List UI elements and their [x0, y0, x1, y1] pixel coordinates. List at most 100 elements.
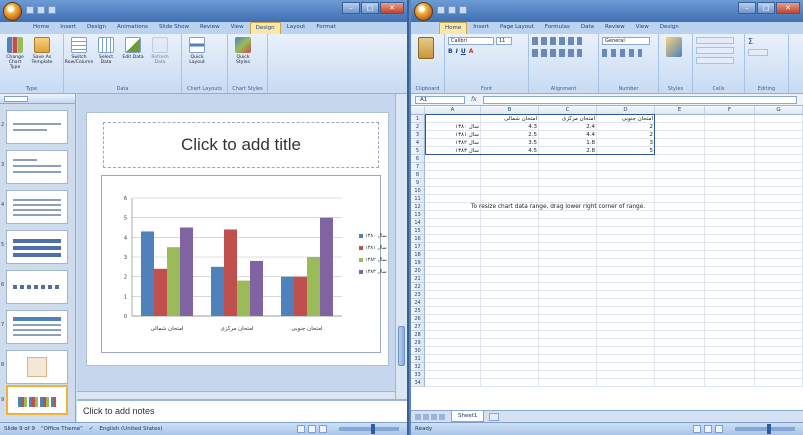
select-all-corner[interactable] [411, 106, 425, 115]
row-header[interactable]: 13 [411, 211, 425, 219]
styles-button[interactable] [662, 37, 686, 57]
save-as-template-button[interactable]: Save As Template [30, 37, 54, 65]
insert-sheet-button[interactable] [489, 413, 499, 421]
ppt-tab-design[interactable]: Design [249, 22, 281, 34]
maximize-button[interactable]: □ [361, 2, 379, 14]
ppt-tab-insert[interactable]: Insert [55, 22, 81, 34]
row-header[interactable]: 3 [411, 131, 425, 139]
underline-button[interactable]: U [461, 48, 466, 55]
slide-horizontal-scrollbar[interactable] [77, 391, 395, 399]
row-header[interactable]: 33 [411, 371, 425, 379]
redo-icon[interactable] [459, 6, 467, 14]
minimize-button[interactable]: – [738, 2, 756, 14]
ppt-tab-format[interactable]: Format [311, 22, 340, 34]
scrollbar-thumb[interactable] [398, 326, 405, 366]
font-name-select[interactable]: Calibri [448, 37, 494, 45]
spellcheck-icon[interactable]: ✓ [89, 426, 94, 432]
zoom-slider[interactable] [339, 424, 399, 434]
quick-layout-button[interactable]: Quick Layout [185, 37, 209, 65]
sort-filter-button[interactable] [748, 49, 768, 56]
italic-button[interactable]: I [456, 48, 458, 55]
column-header[interactable]: E [655, 106, 705, 115]
save-icon[interactable] [26, 6, 34, 14]
page-break-button[interactable] [715, 425, 723, 433]
maximize-button[interactable]: □ [757, 2, 775, 14]
row-header[interactable]: 28 [411, 331, 425, 339]
column-header[interactable]: F [705, 106, 755, 115]
xl-tab-review[interactable]: Review [600, 22, 630, 34]
slide-thumbnail[interactable] [6, 310, 68, 344]
row-header[interactable]: 5 [411, 147, 425, 155]
row-header[interactable]: 6 [411, 155, 425, 163]
row-header[interactable]: 1 [411, 115, 425, 123]
row-header[interactable]: 30 [411, 347, 425, 355]
notes-pane[interactable]: Click to add notes [77, 399, 407, 422]
slide-sorter-button[interactable] [308, 425, 316, 433]
save-icon[interactable] [437, 6, 445, 14]
xl-tab-data[interactable]: Data [576, 22, 599, 34]
delete-cells-button[interactable] [696, 47, 734, 54]
row-header[interactable]: 24 [411, 299, 425, 307]
row-header[interactable]: 34 [411, 379, 425, 387]
row-header[interactable]: 14 [411, 219, 425, 227]
row-header[interactable]: 9 [411, 179, 425, 187]
autosum-button[interactable]: Σ [748, 37, 753, 46]
font-color-icon[interactable]: A [469, 48, 474, 55]
office-button[interactable] [3, 2, 22, 21]
zoom-slider[interactable] [735, 424, 795, 434]
chart-frame[interactable]: 0 1 2 3 4 5 6 امتحان شمالی امتحان مرکزی امتحان جن… [101, 175, 381, 353]
row-header[interactable]: 29 [411, 339, 425, 347]
prev-sheet-button[interactable] [423, 414, 429, 420]
slide-thumbnail[interactable] [6, 230, 68, 264]
ppt-tab-design[interactable]: Design [82, 22, 111, 34]
ppt-tab-slide-show[interactable]: Slide Show [154, 22, 194, 34]
row-header[interactable]: 10 [411, 187, 425, 195]
row-header[interactable]: 20 [411, 267, 425, 275]
slide-title-placeholder[interactable]: Click to add title [103, 122, 379, 168]
ppt-tab-animations[interactable]: Animations [112, 22, 153, 34]
page-layout-button[interactable] [704, 425, 712, 433]
row-header[interactable]: 18 [411, 251, 425, 259]
name-box[interactable]: A1 [415, 96, 465, 104]
format-cells-button[interactable] [696, 57, 734, 64]
row-header[interactable]: 23 [411, 291, 425, 299]
row-header[interactable]: 19 [411, 259, 425, 267]
row-header[interactable]: 25 [411, 307, 425, 315]
xl-tab-page-layout[interactable]: Page Layout [495, 22, 539, 34]
select-data-button[interactable]: Select Data [94, 37, 118, 65]
bold-button[interactable]: B [448, 48, 453, 55]
quick-styles-button[interactable]: Quick Styles [231, 37, 255, 65]
row-header[interactable]: 15 [411, 227, 425, 235]
formula-input[interactable] [483, 96, 797, 104]
row-header[interactable]: 22 [411, 283, 425, 291]
undo-icon[interactable] [448, 6, 456, 14]
change-chart-type-button[interactable]: Change Chart Type [3, 37, 27, 70]
column-header[interactable]: G [755, 106, 803, 115]
ppt-tab-home[interactable]: Home [28, 22, 54, 34]
slide-vertical-scrollbar[interactable] [395, 94, 407, 399]
number-format-buttons[interactable] [602, 49, 642, 57]
row-header[interactable]: 32 [411, 363, 425, 371]
row-header[interactable]: 8 [411, 171, 425, 179]
slide-thumbnail[interactable] [6, 350, 68, 384]
xl-tab-insert[interactable]: Insert [468, 22, 494, 34]
xl-tab-view[interactable]: View [631, 22, 654, 34]
row-header[interactable]: 16 [411, 235, 425, 243]
normal-view-button[interactable] [693, 425, 701, 433]
normal-view-button[interactable] [297, 425, 305, 433]
sheet-tab-sheet1[interactable]: Sheet1 [451, 411, 485, 422]
minimize-button[interactable]: – [342, 2, 360, 14]
edit-data-button[interactable]: Edit Data [121, 37, 145, 60]
row-header[interactable]: 21 [411, 275, 425, 283]
redo-icon[interactable] [48, 6, 56, 14]
row-header[interactable]: 31 [411, 355, 425, 363]
slides-tab[interactable] [4, 96, 28, 102]
slide-thumbnail[interactable] [6, 270, 68, 304]
last-sheet-button[interactable] [439, 414, 445, 420]
chart-data-range-outline[interactable] [425, 114, 655, 155]
slide-thumbnail[interactable] [6, 150, 68, 184]
slide-thumbnail[interactable] [6, 110, 68, 144]
number-format-select[interactable]: General [602, 37, 650, 45]
row-header[interactable]: 4 [411, 139, 425, 147]
refresh-data-button[interactable]: Refresh Data [148, 37, 172, 65]
